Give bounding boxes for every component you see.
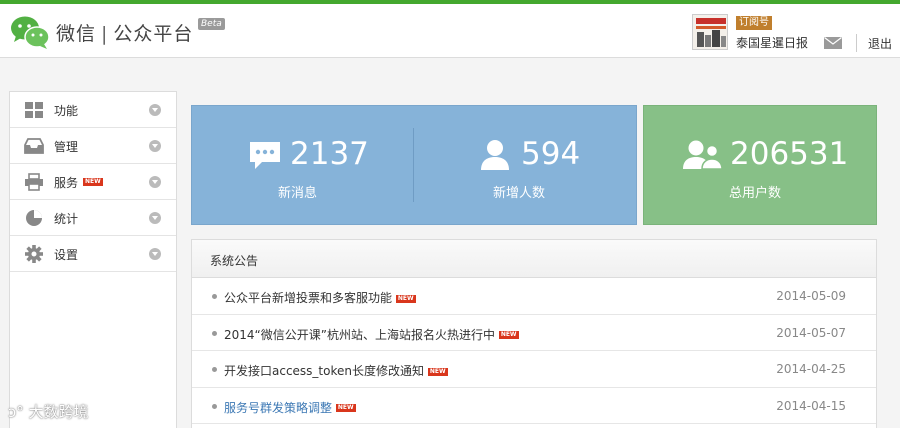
new-badge: NEW	[498, 331, 519, 339]
stats-card-total[interactable]: 206531 总用户数	[643, 105, 877, 225]
sidebar-item-label: 统计	[54, 212, 79, 226]
notice-row[interactable]: 开发接口access_token长度修改通知 NEW 2014-04-25	[192, 351, 876, 388]
notice-link[interactable]: 2014“微信公开课”杭州站、上海站报名火热进行中 NEW	[224, 326, 519, 343]
bullet-icon	[212, 330, 217, 336]
stat-value: 2137	[290, 136, 369, 172]
bullet-icon	[212, 403, 217, 409]
wechat-logo-icon	[11, 16, 50, 49]
new-badge: NEW	[395, 294, 416, 303]
logout-link[interactable]: 退出	[868, 35, 892, 52]
new-badge: NEW	[83, 178, 103, 186]
inbox-icon	[24, 138, 44, 154]
sidebar-item-label: 管理	[54, 140, 79, 154]
grid-icon	[25, 102, 43, 118]
stats-card-today: 2137 新消息 594 新增人数	[191, 105, 637, 225]
stat-value: 206531	[730, 136, 849, 172]
header: 微信 | 公众平台 Beta 订阅号 泰国星暹日报 退出	[0, 4, 900, 58]
notice-date: 2014-04-25	[776, 362, 846, 376]
system-notice-panel: 系统公告 公众平台新增投票和多客服功能 NEW 2014-05-09 2014“…	[191, 239, 877, 428]
beta-badge: Beta	[198, 18, 225, 30]
notice-link[interactable]: 开发接口access_token长度修改通知 NEW	[224, 362, 448, 379]
stat-label: 新增人数	[493, 186, 546, 201]
sidebar-item-statistics[interactable]: 统计	[10, 200, 176, 236]
new-badge: NEW	[335, 404, 356, 412]
sidebar-item-services[interactable]: 服务 NEW	[10, 164, 176, 200]
notice-row[interactable]: 服务号群发策略调整 NEW 2014-04-15	[192, 388, 876, 424]
notice-date: 2014-05-07	[776, 325, 846, 340]
sidebar-item-label: 功能	[54, 104, 79, 118]
notice-header: 系统公告	[192, 240, 876, 278]
brand-name: 微信	[56, 23, 97, 45]
brand-separator: |	[101, 23, 109, 45]
user-group-icon	[683, 140, 723, 170]
notice-text: 2014“微信公开课”杭州站、上海站报名火热进行中	[224, 327, 495, 342]
watermark: ↄ° 大数跨境	[8, 401, 89, 422]
stats-divider	[413, 128, 414, 202]
chevron-down-icon[interactable]	[149, 212, 161, 224]
sidebar-item-settings[interactable]: 设置	[10, 236, 176, 272]
notice-date: 2014-04-15	[776, 398, 846, 413]
notice-text: 公众平台新增投票和多客服功能	[224, 291, 393, 305]
user-icon	[481, 140, 509, 170]
new-badge: NEW	[427, 367, 448, 376]
sidebar-item-label: 设置	[54, 248, 79, 262]
sidebar-item-label: 服务	[54, 176, 79, 190]
notice-row[interactable]: 2014“微信公开课”杭州站、上海站报名火热进行中 NEW 2014-05-07	[192, 315, 876, 351]
notice-link[interactable]: 公众平台新增投票和多客服功能 NEW	[224, 289, 416, 306]
notice-text: 服务号群发策略调整	[224, 400, 333, 415]
header-divider	[856, 34, 857, 52]
bullet-icon	[212, 367, 217, 372]
chevron-down-icon[interactable]	[149, 176, 161, 188]
notice-date: 2014-05-09	[776, 289, 846, 303]
notice-row[interactable]: 公众平台新增投票和多客服功能 NEW 2014-05-09	[192, 278, 876, 315]
sidebar-item-functions[interactable]: 功能	[10, 92, 176, 128]
subscription-badge: 订阅号	[736, 16, 772, 30]
chevron-down-icon[interactable]	[149, 140, 161, 152]
watermark-logo-icon: ↄ°	[8, 403, 24, 421]
chevron-down-icon[interactable]	[149, 248, 161, 260]
mail-icon[interactable]	[824, 37, 842, 49]
stat-label: 总用户数	[729, 186, 782, 201]
gear-icon	[25, 245, 43, 263]
watermark-text: 大数跨境	[28, 403, 89, 421]
account-avatar[interactable]	[692, 14, 728, 50]
avatar-image-icon	[693, 15, 727, 49]
notice-text: 开发接口access_token长度修改通知	[224, 364, 424, 378]
brand-product: 公众平台	[113, 23, 194, 45]
notice-title: 系统公告	[210, 254, 259, 268]
pie-chart-icon	[26, 210, 42, 226]
stat-value: 594	[521, 136, 581, 172]
sidebar-item-manage[interactable]: 管理	[10, 128, 176, 164]
bullet-icon	[212, 294, 217, 299]
account-name[interactable]: 泰国星暹日报	[736, 34, 808, 51]
printer-icon	[25, 173, 43, 191]
chat-bubble-icon	[250, 142, 280, 169]
brand-title: 微信 | 公众平台	[56, 19, 193, 46]
chevron-down-icon[interactable]	[149, 104, 161, 116]
stat-label: 新消息	[278, 186, 318, 201]
notice-link[interactable]: 服务号群发策略调整 NEW	[224, 399, 356, 416]
sidebar: 功能 管理 服务 NEW 统计 设置	[9, 91, 177, 428]
